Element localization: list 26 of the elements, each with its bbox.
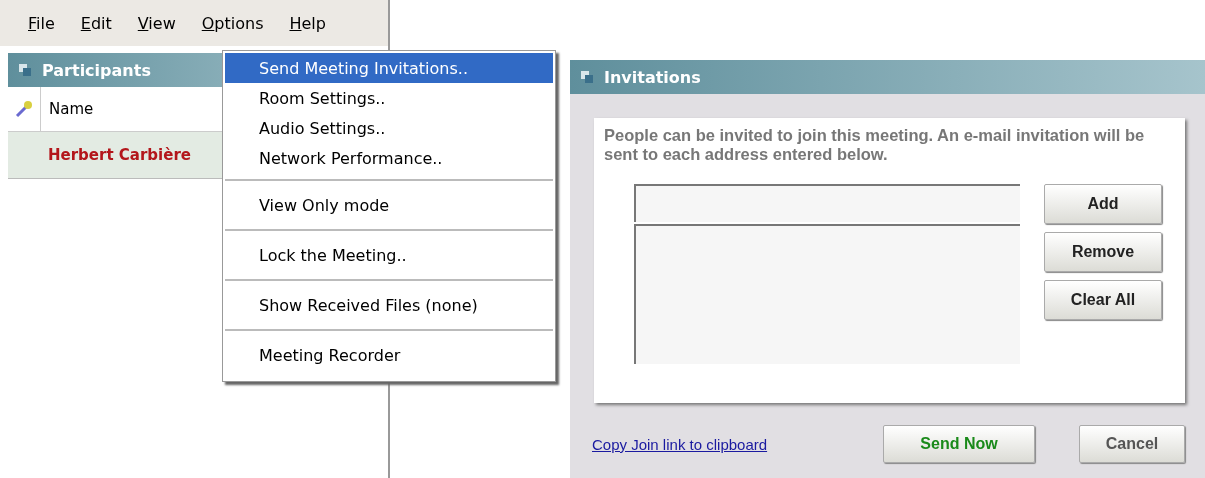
cancel-button[interactable]: Cancel — [1079, 425, 1185, 463]
panel-icon — [580, 70, 594, 84]
info-text: People can be invited to join this meeting. An e-mail invitation will be sent to each address entered below. — [604, 126, 1146, 164]
menu-item[interactable]: Help — [281, 11, 334, 35]
menu-item[interactable]: Options — [193, 11, 272, 35]
panel-title: Invitations — [604, 67, 701, 87]
menu-entry[interactable]: Send Meeting Invitations.. — [225, 53, 553, 83]
key-icon — [14, 99, 34, 119]
menu-entry[interactable]: Room Settings.. — [225, 83, 553, 113]
menu-item[interactable]: Edit — [72, 11, 120, 35]
copy-link[interactable]: Copy Join link to clipboard — [592, 435, 768, 453]
email-field[interactable] — [634, 184, 1020, 222]
action-button[interactable]: Remove — [1044, 232, 1162, 272]
panel-icon — [18, 63, 32, 77]
menu-entry[interactable]: Meeting Recorder — [225, 339, 553, 371]
panel-title: Participants — [42, 60, 151, 80]
menu-entry[interactable]: View Only mode — [225, 189, 553, 221]
send-button[interactable]: Send Now — [883, 425, 1035, 463]
menu-item[interactable]: File — [20, 11, 63, 35]
menu-entry[interactable]: Show Received Files (none) — [225, 289, 553, 321]
participant-name: Herbert Carbière — [48, 146, 191, 164]
action-button[interactable]: Clear All — [1044, 280, 1162, 320]
action-button[interactable]: Add — [1044, 184, 1162, 224]
menu-entry[interactable]: Lock the Meeting.. — [225, 239, 553, 271]
column-header: Name — [48, 100, 94, 118]
menu-item[interactable]: View — [129, 11, 184, 35]
